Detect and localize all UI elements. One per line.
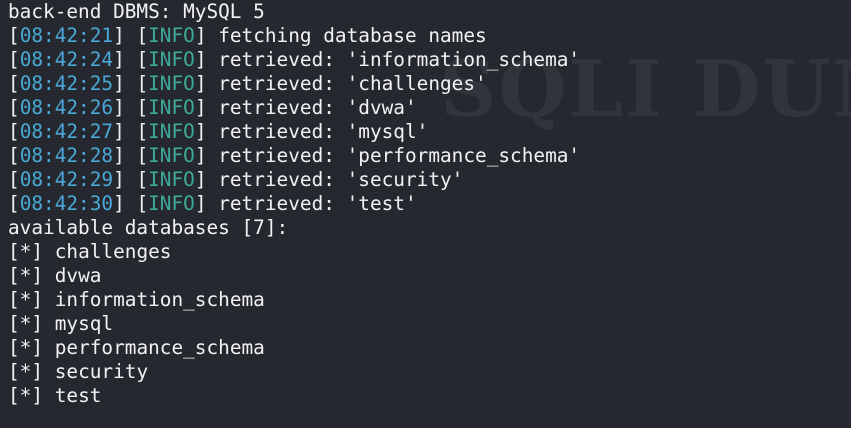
databases-count: available databases [7]: [8,216,289,239]
close-bracket: ] [194,24,219,47]
log-level: INFO [148,96,195,119]
log-level: INFO [148,72,195,95]
log-timestamp: 08:42:28 [19,144,114,167]
close-bracket: ] [ [113,48,149,71]
open-bracket: [ [8,144,20,167]
log-message: retrieved: 'challenges' [218,72,487,95]
separator-space [43,264,55,287]
database-item: [*] information_schema [8,288,580,312]
database-item: [*] security [8,360,580,384]
log-line: [08:42:25] [INFO] retrieved: 'challenges… [8,72,580,96]
open-bracket: [ [8,96,20,119]
bullet-marker: [*] [8,240,44,263]
open-bracket: [ [8,192,20,215]
bullet-marker: [*] [8,384,44,407]
database-name: mysql [54,312,114,335]
log-level: INFO [148,192,195,215]
log-timestamp: 08:42:26 [19,96,114,119]
log-timestamp: 08:42:30 [19,192,114,215]
terminal-output: back-end DBMS: MySQL 5 [08:42:21] [INFO]… [8,0,580,408]
database-name: information_schema [54,288,265,311]
open-bracket: [ [8,72,20,95]
log-message: retrieved: 'information_schema' [218,48,581,71]
open-bracket: [ [8,48,20,71]
log-message: retrieved: 'security' [218,168,464,191]
separator-space [43,288,55,311]
database-item: [*] performance_schema [8,336,580,360]
separator-space [43,240,55,263]
log-timestamp: 08:42:29 [19,168,114,191]
database-item: [*] challenges [8,240,580,264]
separator-space [43,336,55,359]
log-line: [08:42:27] [INFO] retrieved: 'mysql' [8,120,580,144]
close-bracket: ] [ [113,192,149,215]
database-list: [*] challenges [*] dvwa [*] information_sc… [8,240,580,408]
close-bracket: ] [ [113,72,149,95]
separator-space [43,384,55,407]
bullet-marker: [*] [8,312,44,335]
close-bracket: ] [194,72,219,95]
database-name: dvwa [54,264,102,287]
database-name: security [54,360,149,383]
log-line: [08:42:24] [INFO] retrieved: 'informatio… [8,48,580,72]
database-item: [*] dvwa [8,264,580,288]
bullet-marker: [*] [8,264,44,287]
open-bracket: [ [8,24,20,47]
log-line: [08:42:26] [INFO] retrieved: 'dvwa' [8,96,580,120]
database-name: performance_schema [54,336,265,359]
database-name: challenges [54,240,172,263]
log-line: [08:42:30] [INFO] retrieved: 'test' [8,192,580,216]
close-bracket: ] [194,192,219,215]
terminal-window[interactable]: SQLI DUMP back-end DBMS: MySQL 5 [08:42:… [0,0,851,428]
log-level: INFO [148,120,195,143]
log-level: INFO [148,144,195,167]
separator-space [43,360,55,383]
database-item: [*] test [8,384,580,408]
log-level: INFO [148,168,195,191]
log-message: retrieved: 'test' [218,192,417,215]
bullet-marker: [*] [8,336,44,359]
log-timestamp: 08:42:25 [19,72,114,95]
log-line: [08:42:28] [INFO] retrieved: 'performanc… [8,144,580,168]
close-bracket: ] [ [113,168,149,191]
log-timestamp: 08:42:24 [19,48,114,71]
log-lines: [08:42:21] [INFO] fetching database name… [8,24,580,216]
log-level: INFO [148,48,195,71]
log-line: [08:42:29] [INFO] retrieved: 'security' [8,168,580,192]
log-message: retrieved: 'dvwa' [218,96,417,119]
close-bracket: ] [ [113,24,149,47]
close-bracket: ] [194,96,219,119]
log-line: [08:42:21] [INFO] fetching database name… [8,24,580,48]
close-bracket: ] [ [113,120,149,143]
log-message: retrieved: 'performance_schema' [218,144,581,167]
close-bracket: ] [194,168,219,191]
dbms-banner: back-end DBMS: MySQL 5 [8,0,265,23]
close-bracket: ] [194,144,219,167]
log-message: fetching database names [218,24,487,47]
open-bracket: [ [8,120,20,143]
database-name: test [54,384,102,407]
header-line: back-end DBMS: MySQL 5 [8,0,580,24]
log-timestamp: 08:42:21 [19,24,114,47]
log-timestamp: 08:42:27 [19,120,114,143]
close-bracket: ] [ [113,144,149,167]
log-message: retrieved: 'mysql' [218,120,429,143]
log-level: INFO [148,24,195,47]
summary-line: available databases [7]: [8,216,580,240]
bullet-marker: [*] [8,288,44,311]
open-bracket: [ [8,168,20,191]
close-bracket: ] [ [113,96,149,119]
separator-space [43,312,55,335]
close-bracket: ] [194,120,219,143]
close-bracket: ] [194,48,219,71]
database-item: [*] mysql [8,312,580,336]
bullet-marker: [*] [8,360,44,383]
